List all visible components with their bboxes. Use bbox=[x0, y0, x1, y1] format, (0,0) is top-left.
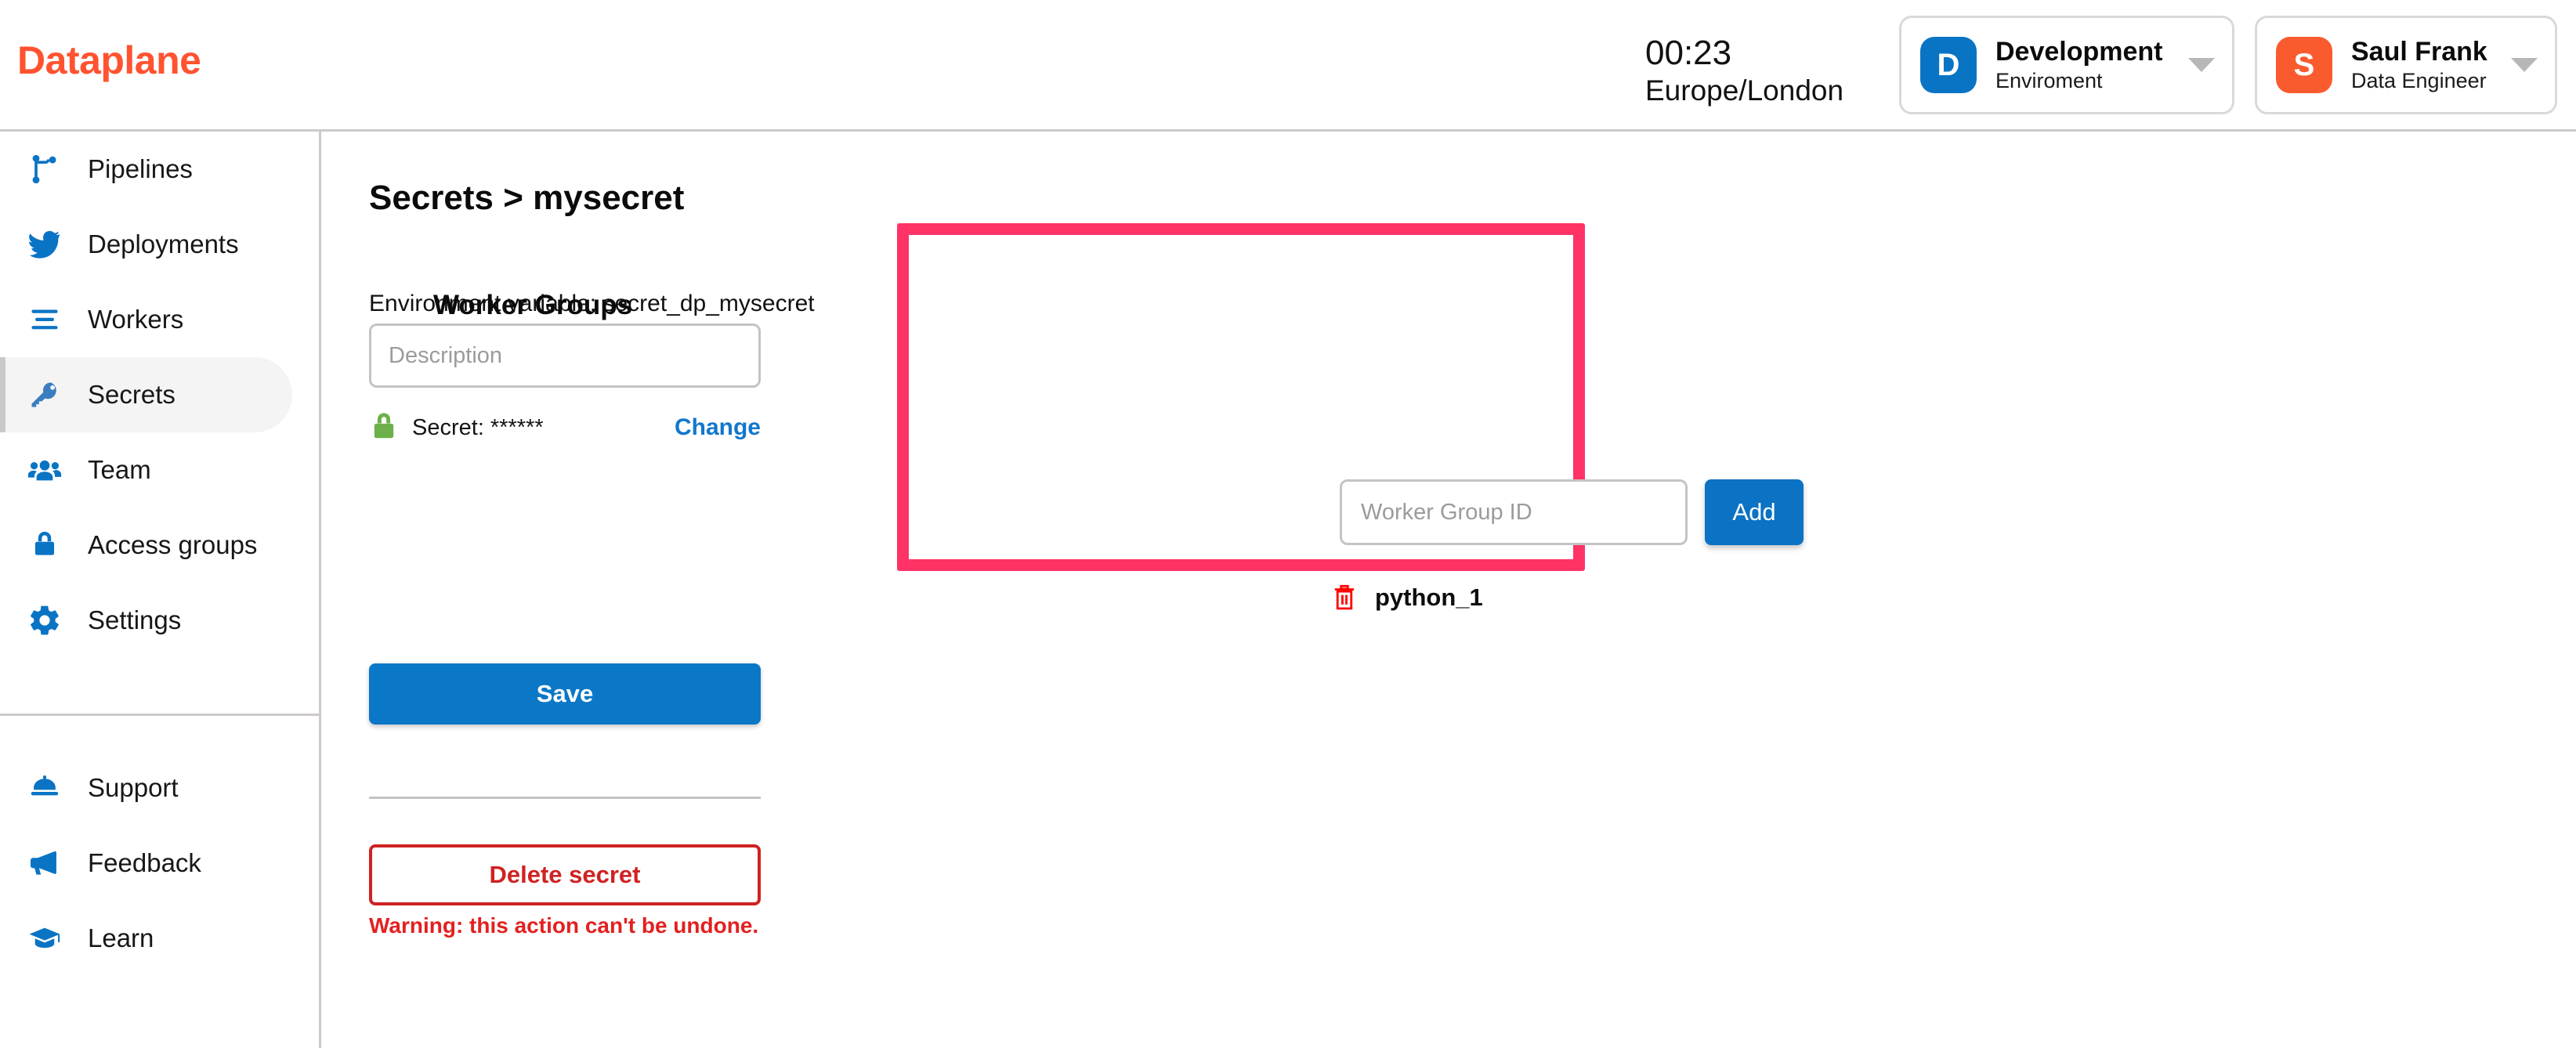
worker-group-id-input[interactable] bbox=[1340, 479, 1688, 545]
sidebar-item-access-groups[interactable]: Access groups bbox=[0, 508, 319, 583]
sidebar-item-support[interactable]: Support bbox=[0, 750, 319, 826]
sidebar-item-secrets[interactable]: Secrets bbox=[0, 357, 292, 432]
user-role: Data Engineer bbox=[2351, 69, 2487, 92]
sidebar-item-label: Secrets bbox=[88, 380, 175, 409]
sidebar-item-label: Settings bbox=[88, 605, 182, 634]
sidebar-item-team[interactable]: Team bbox=[0, 432, 319, 508]
user-selector-text: Saul Frank Data Engineer bbox=[2351, 36, 2502, 94]
chevron-down-icon[interactable] bbox=[2188, 58, 2215, 72]
sidebar-item-workers[interactable]: Workers bbox=[0, 282, 319, 357]
sidebar-item-label: Learn bbox=[88, 923, 154, 952]
sidebar-secondary-nav: Support Feedback Learn bbox=[0, 750, 319, 976]
environment-avatar: D bbox=[1920, 37, 1977, 93]
sidebar-item-pipelines[interactable]: Pipelines bbox=[0, 132, 319, 207]
sidebar-item-settings[interactable]: Settings bbox=[0, 583, 319, 658]
user-name: Saul Frank bbox=[2351, 37, 2487, 67]
environment-selector[interactable]: D Development Enviroment bbox=[1899, 16, 2234, 114]
app-logo[interactable]: Dataplane bbox=[17, 38, 201, 83]
save-button[interactable]: Save bbox=[369, 663, 761, 725]
sidebar-item-label: Feedback bbox=[88, 848, 201, 877]
user-selector[interactable]: S Saul Frank Data Engineer bbox=[2255, 16, 2557, 114]
sidebar-item-learn[interactable]: Learn bbox=[0, 901, 319, 976]
change-secret-link[interactable]: Change bbox=[675, 414, 761, 441]
key-icon bbox=[24, 374, 66, 416]
delete-secret-button[interactable]: Delete secret bbox=[369, 844, 761, 905]
list-item: python_1 bbox=[1331, 580, 1483, 615]
sidebar: Pipelines Deployments Workers Secrets Te… bbox=[0, 132, 321, 1048]
trash-icon[interactable] bbox=[1331, 583, 1358, 613]
worker-groups-title: Worker Groups bbox=[433, 290, 633, 320]
app-header: Dataplane 00:23 Europe/London D Developm… bbox=[0, 0, 2576, 132]
clock: 00:23 Europe/London bbox=[1645, 33, 1880, 108]
clock-time: 00:23 bbox=[1645, 34, 1732, 72]
gear-icon bbox=[24, 599, 66, 641]
megaphone-icon bbox=[24, 842, 66, 884]
sidebar-item-label: Support bbox=[88, 773, 179, 802]
secret-value: Secret: ****** bbox=[412, 414, 544, 440]
bird-icon bbox=[24, 223, 66, 266]
list-lines-icon bbox=[24, 298, 66, 341]
sidebar-item-feedback[interactable]: Feedback bbox=[0, 826, 319, 901]
delete-warning-text: Warning: this action can't be undone. bbox=[369, 913, 759, 938]
main-content: Secrets > mysecret Environment variable:… bbox=[321, 132, 2576, 1048]
environment-subtitle: Enviroment bbox=[1995, 69, 2103, 92]
sidebar-item-label: Workers bbox=[88, 305, 184, 334]
secret-row: Secret: ****** Change bbox=[369, 410, 761, 446]
clock-timezone: Europe/London bbox=[1645, 74, 1844, 107]
lock-icon bbox=[369, 411, 399, 444]
description-input[interactable] bbox=[369, 323, 761, 388]
sidebar-item-label: Pipelines bbox=[88, 154, 193, 183]
sidebar-item-label: Deployments bbox=[88, 229, 239, 258]
worker-group-name: python_1 bbox=[1375, 584, 1483, 611]
people-icon bbox=[24, 449, 66, 491]
graduation-cap-icon bbox=[24, 917, 66, 959]
git-branch-icon bbox=[24, 148, 66, 190]
chevron-down-icon[interactable] bbox=[2511, 58, 2538, 72]
environment-name: Development bbox=[1995, 37, 2163, 67]
page-title: Secrets > mysecret bbox=[369, 179, 685, 217]
add-worker-group-button[interactable]: Add bbox=[1705, 479, 1804, 545]
sidebar-item-deployments[interactable]: Deployments bbox=[0, 207, 319, 282]
sidebar-divider bbox=[0, 714, 319, 716]
avatar: S bbox=[2276, 37, 2332, 93]
sidebar-item-label: Team bbox=[88, 455, 151, 484]
environment-selector-text: Development Enviroment bbox=[1995, 36, 2179, 94]
bell-icon bbox=[24, 767, 66, 809]
lock-icon bbox=[24, 524, 66, 566]
sidebar-primary-nav: Pipelines Deployments Workers Secrets Te… bbox=[0, 132, 319, 658]
sidebar-item-label: Access groups bbox=[88, 530, 258, 559]
section-divider bbox=[369, 797, 761, 799]
